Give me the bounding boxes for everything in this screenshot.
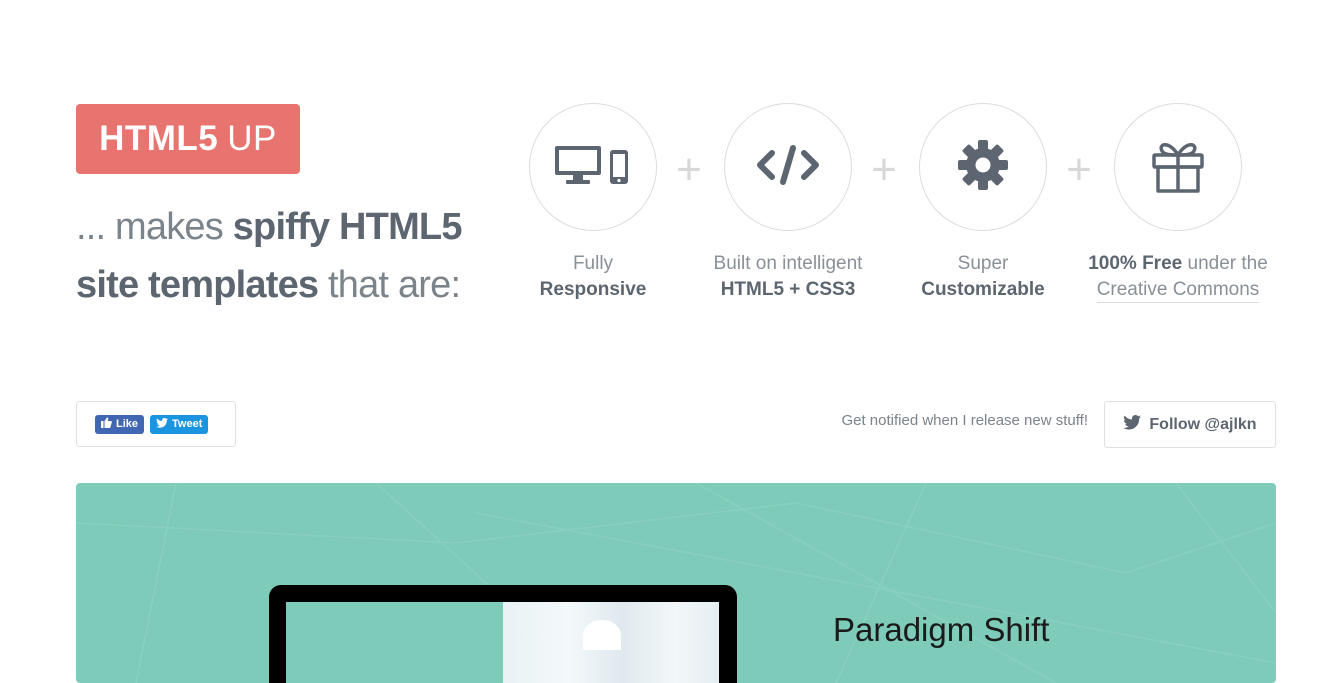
feature-circle xyxy=(724,103,852,231)
facebook-like-button[interactable]: Like xyxy=(95,414,145,434)
device-mockup xyxy=(269,585,737,683)
feature-code: Built on intelligent HTML5 + CSS3 xyxy=(698,103,878,303)
twitter-bird-icon xyxy=(156,417,169,431)
notify-text: Get notified when I release new stuff! xyxy=(841,412,1088,429)
logo-light: UP xyxy=(227,119,277,158)
logo[interactable]: HTML5 UP xyxy=(76,104,300,174)
feature-line1: Fully xyxy=(572,253,614,274)
feature-line1-bold: 100% Free xyxy=(1088,253,1183,274)
feature-customizable: Super Customizable xyxy=(893,103,1073,303)
banner-title: Paradigm Shift xyxy=(833,611,1050,648)
like-label: Like xyxy=(116,418,139,430)
feature-caption: Built on intelligent HTML5 + CSS3 xyxy=(698,251,878,303)
responsive-devices-icon xyxy=(553,144,633,191)
feature-responsive: Fully Responsive xyxy=(503,103,683,303)
follow-button[interactable]: Follow @ajlkn xyxy=(1104,401,1276,448)
feature-caption: Super Customizable xyxy=(893,251,1073,303)
tagline-bold2: site templates xyxy=(76,264,319,306)
creative-commons-link[interactable]: Creative Commons xyxy=(1096,279,1260,303)
code-icon xyxy=(756,144,820,190)
share-box: Like Tweet xyxy=(76,401,236,447)
feature-line1: Super xyxy=(957,253,1009,274)
tagline-part2: that are: xyxy=(318,264,461,306)
thumbs-up-icon xyxy=(101,417,112,431)
tagline-part1: ... makes xyxy=(76,206,233,248)
feature-line1-rest: under the xyxy=(1182,253,1268,274)
feature-caption: Fully Responsive xyxy=(503,251,683,303)
feature-line2: Responsive xyxy=(539,279,647,300)
follow-label: Follow @ajlkn xyxy=(1149,415,1257,433)
feature-free: 100% Free under the Creative Commons xyxy=(1088,103,1268,303)
gear-icon xyxy=(957,139,1009,196)
feature-line1: Built on intelligent xyxy=(713,253,863,274)
tweet-button[interactable]: Tweet xyxy=(150,414,209,434)
twitter-bird-icon xyxy=(1123,414,1142,435)
feature-circle xyxy=(529,103,657,231)
feature-caption: 100% Free under the Creative Commons xyxy=(1088,251,1268,303)
feature-line2: HTML5 + CSS3 xyxy=(720,279,856,300)
tagline: ... makes spiffy HTML5 site templates th… xyxy=(76,198,516,314)
gift-icon xyxy=(1150,135,1206,200)
tweet-label: Tweet xyxy=(172,418,203,430)
screen-image xyxy=(503,602,719,683)
feature-circle xyxy=(1114,103,1242,231)
screen-figure xyxy=(583,620,621,650)
device-screen xyxy=(286,602,719,683)
featured-banner[interactable]: Paradigm Shift xyxy=(76,483,1276,683)
tagline-bold1: spiffy HTML5 xyxy=(232,206,463,248)
feature-line2: Customizable xyxy=(921,279,1045,300)
feature-circle xyxy=(919,103,1047,231)
logo-bold: HTML5 xyxy=(99,119,219,158)
